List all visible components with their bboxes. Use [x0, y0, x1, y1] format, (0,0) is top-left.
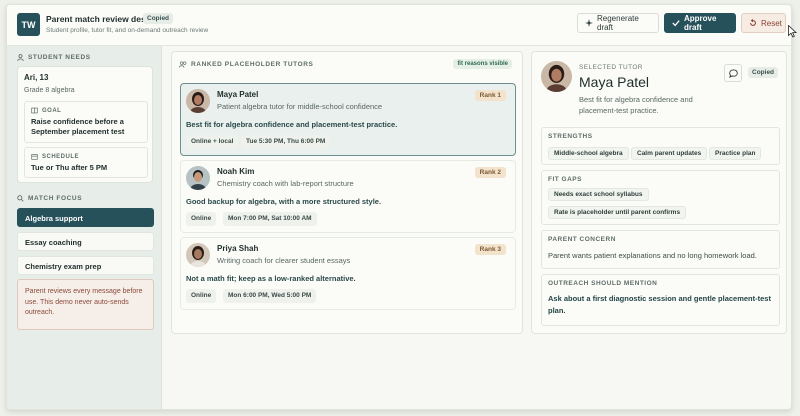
tutor-card-priya-shah[interactable]: Priya Shah Writing coach for clearer stu… — [180, 237, 516, 310]
strength-chip: Calm parent updates — [631, 147, 708, 160]
avatar — [186, 243, 210, 267]
focus-item-essay-coaching[interactable]: Essay coaching — [17, 232, 154, 251]
check-icon — [672, 20, 680, 27]
tutor-card-noah-kim[interactable]: Noah Kim Chemistry coach with lab-report… — [180, 160, 516, 233]
ranked-tutors-label: RANKED PLACEHOLDER TUTORS — [191, 61, 314, 68]
schedule-text: Tue or Thu after 5 PM — [31, 163, 108, 172]
availability-chip: Tue 5:30 PM, Thu 6:00 PM — [241, 135, 331, 149]
fit-gaps-heading: FIT GAPS — [548, 176, 582, 183]
selected-tutor-name: Maya Patel — [579, 74, 650, 90]
fit-gap-chip: Needs exact school syllabus — [548, 188, 649, 201]
chat-icon — [728, 68, 738, 78]
fit-gap-chip: Rate is placeholder until parent confirm… — [548, 206, 687, 219]
parent-concern-text: Parent wants patient explanations and no… — [548, 251, 757, 260]
schedule-card: SCHEDULE Tue or Thu after 5 PM — [24, 147, 148, 178]
reset-icon — [750, 19, 756, 26]
parent-review-notice: Parent reviews every message before use.… — [17, 279, 154, 330]
rank-badge: Rank 3 — [474, 244, 506, 255]
location-chip: Online + local — [186, 135, 239, 149]
ranked-tutors-panel: RANKED PLACEHOLDER TUTORS fit reasons vi… — [171, 51, 523, 334]
location-chip: Online — [186, 212, 217, 226]
person-icon — [17, 54, 24, 61]
student-grade: Grade 8 algebra — [24, 87, 75, 94]
fit-reasons-badge: fit reasons visible — [453, 59, 512, 69]
focus-item-algebra-support[interactable]: Algebra support — [17, 208, 154, 227]
student-name: Ari, 13 — [24, 73, 49, 82]
fit-reason: Best fit for algebra confidence and plac… — [186, 120, 398, 129]
search-icon — [17, 195, 24, 202]
goal-label: GOAL — [42, 107, 62, 114]
student-needs-heading: STUDENT NEEDS — [17, 54, 91, 61]
fit-reason: Not a math fit; keep as a low-ranked alt… — [186, 274, 356, 283]
regenerate-draft-button[interactable]: Regenerate draft — [577, 13, 659, 33]
regenerate-draft-label: Regenerate draft — [597, 14, 639, 32]
approve-draft-label: Approve draft — [684, 14, 717, 32]
message-button[interactable] — [724, 64, 742, 82]
tutor-description: Patient algebra tutor for middle-school … — [217, 102, 383, 111]
strengths-heading: STRENGTHS — [548, 133, 593, 140]
app-subtitle: Student profile, tutor fit, and on-deman… — [46, 27, 209, 34]
strengths-section: STRENGTHS Middle-school algebra Calm par… — [541, 127, 780, 165]
copied-badge: Copied — [143, 13, 174, 24]
book-icon — [31, 107, 38, 114]
sidebar: STUDENT NEEDS Ari, 13 Grade 8 algebra GO… — [7, 46, 162, 409]
people-icon — [179, 61, 187, 68]
avatar — [186, 89, 210, 113]
goal-text: Raise confidence before a September plac… — [31, 117, 125, 136]
fit-reason: Good backup for algebra, with a more str… — [186, 197, 382, 206]
parent-concern-section: PARENT CONCERN Parent wants patient expl… — [541, 230, 780, 269]
ranked-tutors-heading: RANKED PLACEHOLDER TUTORS — [179, 61, 314, 68]
tutor-card-maya-patel[interactable]: Maya Patel Patient algebra tutor for mid… — [180, 83, 516, 156]
outreach-heading: OUTREACH SHOULD MENTION — [548, 280, 658, 287]
parent-concern-heading: PARENT CONCERN — [548, 236, 616, 243]
focus-item-chemistry-exam-prep[interactable]: Chemistry exam prep — [17, 256, 154, 275]
selected-tutor-label: SELECTED TUTOR — [579, 64, 643, 71]
reset-label: Reset — [761, 18, 782, 28]
selected-copied-badge: Copied — [748, 67, 779, 78]
match-focus-label: MATCH FOCUS — [28, 195, 83, 202]
tutor-name: Priya Shah — [217, 244, 259, 253]
strength-chip: Practice plan — [709, 147, 762, 160]
tutor-description: Writing coach for clearer student essays — [217, 256, 351, 265]
location-chip: Online — [186, 289, 217, 303]
selected-tutor-description: Best fit for algebra confidence and plac… — [579, 95, 693, 115]
student-card: Ari, 13 Grade 8 algebra GOAL Raise confi… — [17, 66, 153, 183]
avatar — [186, 166, 210, 190]
student-needs-label: STUDENT NEEDS — [28, 54, 91, 61]
goal-heading: GOAL — [31, 107, 61, 114]
tutor-description: Chemistry coach with lab-report structur… — [217, 179, 354, 188]
schedule-label: SCHEDULE — [42, 153, 80, 160]
tutor-name: Maya Patel — [217, 90, 259, 99]
app-header: TW Parent match review desk Copied Stude… — [7, 5, 791, 46]
calendar-icon — [31, 154, 38, 160]
rank-badge: Rank 2 — [474, 167, 506, 178]
selected-tutor-avatar — [541, 61, 572, 92]
reset-button[interactable]: Reset — [741, 13, 786, 33]
outreach-section: OUTREACH SHOULD MENTION Ask about a firs… — [541, 274, 780, 326]
app-logo: TW — [17, 13, 40, 36]
rank-badge: Rank 1 — [474, 90, 506, 101]
tutor-name: Noah Kim — [217, 167, 255, 176]
fit-gaps-section: FIT GAPS Needs exact school syllabus Rat… — [541, 170, 780, 225]
sparkle-icon — [585, 19, 593, 27]
match-focus-heading: MATCH FOCUS — [17, 195, 82, 202]
selected-tutor-panel: SELECTED TUTOR Maya Patel Best fit for a… — [531, 51, 787, 334]
app-window: TW Parent match review desk Copied Stude… — [6, 4, 792, 410]
outreach-text: Ask about a first diagnostic session and… — [548, 294, 771, 315]
app-title: Parent match review desk — [46, 14, 151, 24]
availability-chip: Mon 6:00 PM, Wed 5:00 PM — [223, 289, 317, 303]
strength-chip: Middle-school algebra — [548, 147, 629, 160]
availability-chip: Mon 7:00 PM, Sat 10:00 AM — [223, 212, 317, 226]
approve-draft-button[interactable]: Approve draft — [664, 13, 736, 33]
mouse-cursor-icon — [788, 25, 797, 38]
goal-card: GOAL Raise confidence before a September… — [24, 101, 148, 143]
schedule-heading: SCHEDULE — [31, 153, 79, 160]
